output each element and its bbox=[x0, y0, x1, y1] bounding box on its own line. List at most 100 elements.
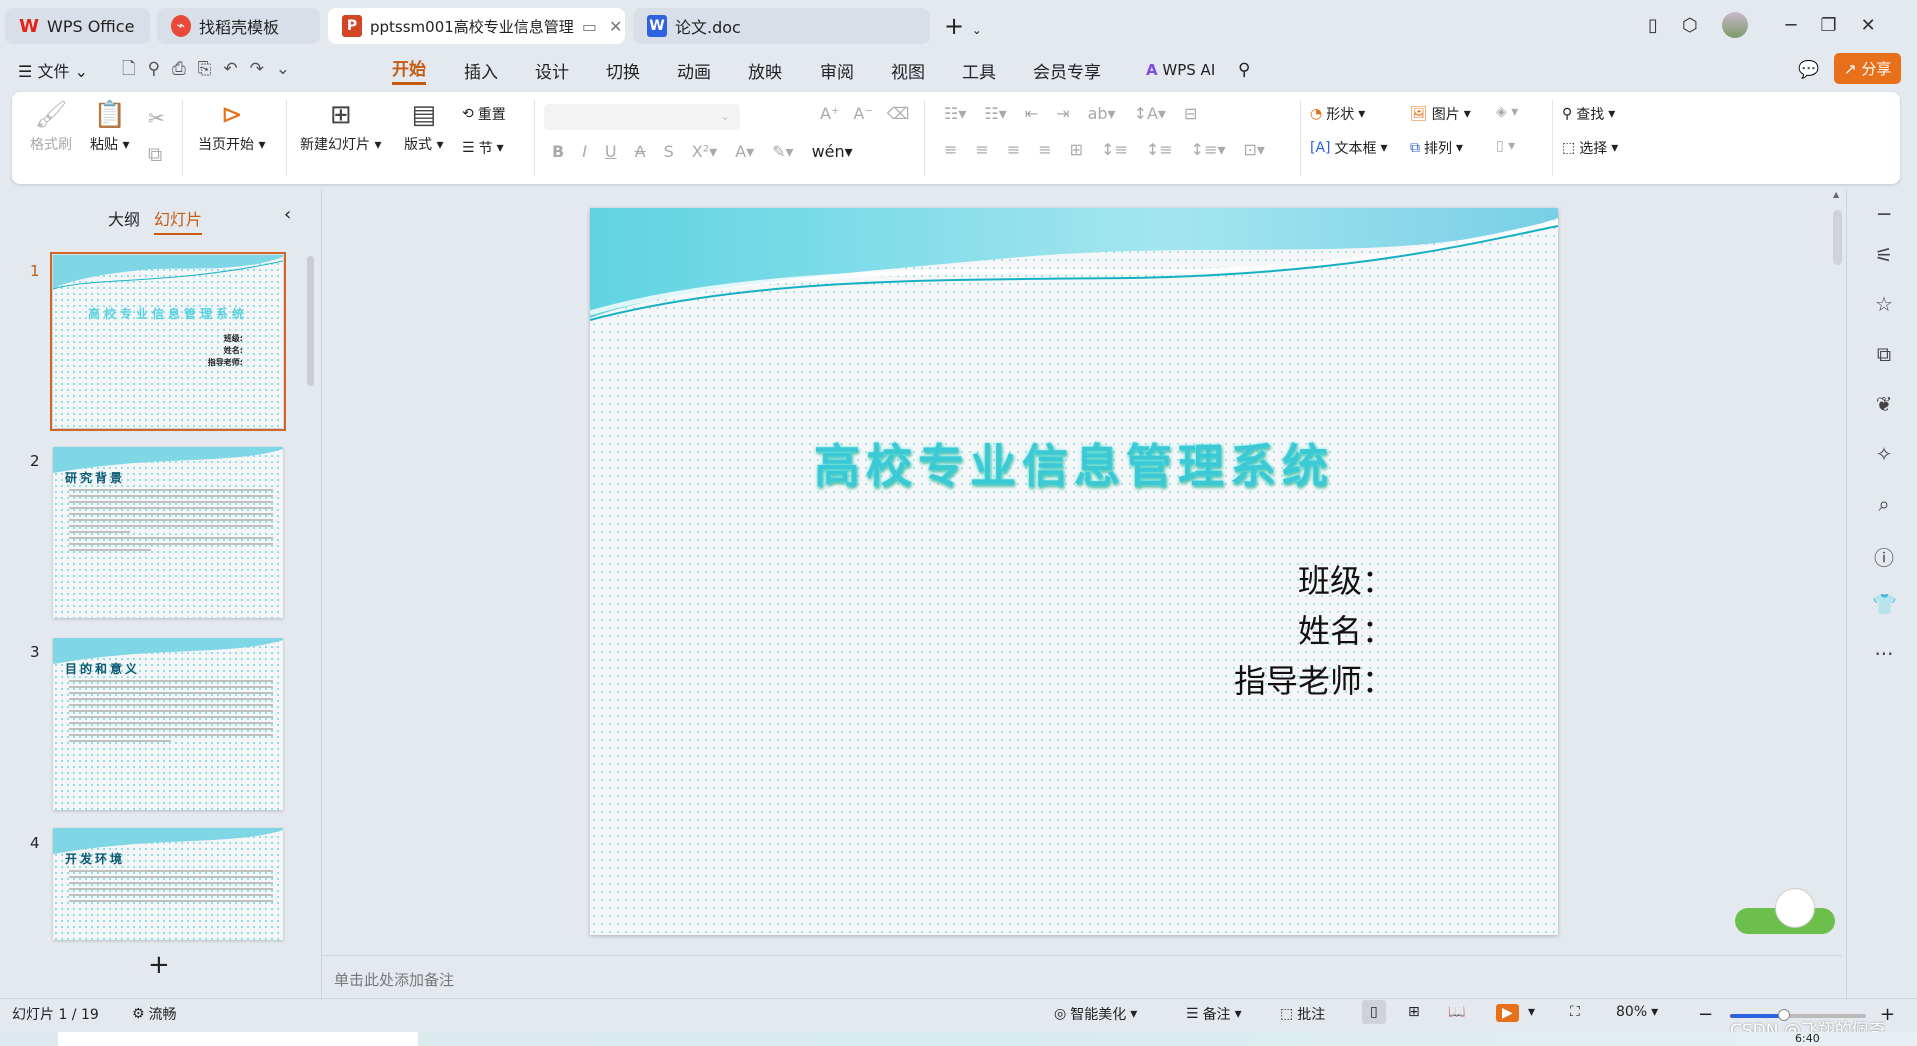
help-icon[interactable]: ⓘ bbox=[1872, 542, 1896, 571]
magic-wand-icon[interactable]: ✧ bbox=[1872, 442, 1896, 466]
picture-button[interactable]: 🖼 图片 ▾ bbox=[1410, 104, 1471, 124]
adjust-icon[interactable]: ⚟ bbox=[1872, 243, 1896, 267]
fit-window-button[interactable]: ⛶ bbox=[1570, 1004, 1580, 1020]
slide-thumbnail-2[interactable]: 研究背景 bbox=[53, 447, 283, 618]
cube-icon[interactable]: ⬡ bbox=[1682, 15, 1698, 36]
collapse-sidebar-icon[interactable]: ─ bbox=[1872, 202, 1896, 226]
collapse-panel-icon[interactable]: ‹ bbox=[284, 204, 291, 225]
slide-counter: 幻灯片 1 / 19 bbox=[12, 1007, 99, 1023]
paste-button[interactable]: 📋 粘贴 ▾ bbox=[90, 96, 129, 154]
start-current-slide-button[interactable]: ⊳ 当页开始 ▾ bbox=[198, 96, 265, 154]
new-tab-button[interactable]: + ⌄ bbox=[944, 12, 982, 40]
font-format-buttons[interactable]: B I U A S X²▾ A▾ ✎▾ wén▾ bbox=[552, 142, 853, 161]
smooth-button[interactable]: ⚙ 流畅 bbox=[132, 1004, 177, 1024]
file-menu[interactable]: ☰ 文件 ⌄ bbox=[18, 58, 88, 82]
shape-icon: ◔ bbox=[1310, 106, 1323, 122]
paragraph-buttons-row1[interactable]: ☷▾ ☷▾ ⇤ ⇥ ab▾ ↕A▾ ⊟ bbox=[944, 104, 1197, 123]
outline-button[interactable]: ▯ ▾ bbox=[1496, 138, 1515, 154]
slide-title[interactable]: 高校专业信息管理系统 bbox=[590, 430, 1558, 496]
zoom-out-button[interactable]: − bbox=[1698, 1004, 1713, 1025]
font-size-buttons[interactable]: A⁺ A⁻ ⌫ bbox=[820, 104, 909, 123]
layout-icon: ▤ bbox=[411, 100, 437, 130]
star-icon[interactable]: ☆ bbox=[1872, 292, 1896, 316]
close-tab-icon[interactable]: ✕ bbox=[609, 17, 622, 36]
slide-sorter-button[interactable]: ⊞ bbox=[1408, 1004, 1420, 1020]
advisor-field[interactable]: 指导老师： bbox=[1234, 656, 1394, 702]
name-field[interactable]: 姓名： bbox=[1298, 606, 1394, 652]
menu-tab-view[interactable]: 视图 bbox=[891, 58, 925, 83]
smart-beautify-button[interactable]: ◎ 智能美化 ▾ bbox=[1054, 1004, 1137, 1024]
notes-button[interactable]: ☰ 备注 ▾ bbox=[1186, 1004, 1242, 1024]
reset-icon: ⟲ bbox=[462, 106, 474, 122]
slide-number: 3 bbox=[30, 643, 40, 661]
reset-button[interactable]: ⟲ 重置 bbox=[462, 104, 506, 124]
add-slide-button[interactable]: + bbox=[148, 950, 170, 980]
wps-ai-icon: A bbox=[1146, 61, 1158, 79]
menu-bar: ☰ 文件 ⌄ 🗋⚲⎙⎘↶↷⌄ 开始 插入 设计 切换 动画 放映 审阅 视图 工… bbox=[0, 53, 1917, 85]
notes-area[interactable]: 单击此处添加备注 bbox=[322, 955, 1842, 1000]
class-field[interactable]: 班级： bbox=[1298, 556, 1394, 602]
menu-tab-review[interactable]: 审阅 bbox=[820, 58, 854, 83]
slide-thumbnail-3[interactable]: 目的和意义 bbox=[53, 638, 283, 810]
normal-view-button[interactable]: ▯ bbox=[1362, 1000, 1386, 1024]
menu-tab-slideshow[interactable]: 放映 bbox=[748, 58, 782, 83]
fill-button[interactable]: ◈ ▾ bbox=[1496, 104, 1518, 120]
comment-button[interactable]: ⬚ 批注 bbox=[1280, 1004, 1325, 1024]
copy-icon[interactable]: ⧉ bbox=[148, 142, 162, 166]
menu-tab-member[interactable]: 会员专享 bbox=[1033, 58, 1101, 83]
tablet-icon[interactable]: ▯ bbox=[1648, 15, 1658, 36]
paragraph-buttons-row2[interactable]: ≡ ≡ ≡ ≡ ⊞ ↕≡ ↕≡ ↕≡▾ ⊡▾ bbox=[944, 140, 1265, 159]
avatar[interactable] bbox=[1721, 12, 1748, 38]
reading-view-button[interactable]: 📖 bbox=[1448, 1004, 1465, 1020]
layout-button[interactable]: ▤ 版式 ▾ bbox=[404, 96, 443, 154]
notes-placeholder: 单击此处添加备注 bbox=[334, 971, 455, 989]
comment-icon: ⬚ bbox=[1280, 1006, 1294, 1022]
textbox-button[interactable]: [A] 文本框 ▾ bbox=[1310, 138, 1388, 158]
tab-slides[interactable]: 幻灯片 bbox=[154, 206, 203, 235]
chat-icon[interactable]: 💬 bbox=[1798, 60, 1819, 80]
section-icon: ☰ bbox=[462, 140, 475, 156]
menu-tab-design[interactable]: 设计 bbox=[535, 58, 569, 83]
select-button[interactable]: ⬚ 选择 ▾ bbox=[1562, 138, 1618, 158]
slide-thumbnail-4[interactable]: 开发环境 bbox=[53, 828, 283, 940]
format-painter-button[interactable]: 🖌 格式刷 bbox=[30, 96, 72, 154]
main-scrollbar[interactable]: ▲ bbox=[1832, 190, 1842, 990]
background-icon[interactable]: ❦ bbox=[1872, 392, 1896, 416]
slide-switch-icon[interactable]: ⧉ bbox=[1872, 342, 1896, 366]
menu-tab-tools[interactable]: 工具 bbox=[962, 58, 996, 83]
slide-canvas[interactable]: 高校专业信息管理系统 班级： 姓名： 指导老师： bbox=[590, 208, 1558, 935]
minimize-icon[interactable]: ─ bbox=[1786, 15, 1797, 36]
wps-ai-button[interactable]: A WPS AI bbox=[1146, 61, 1215, 79]
slide-thumbnail-1[interactable]: 高校专业信息管理系统 班级: 姓名: 指导老师: bbox=[50, 252, 286, 431]
tab-lunwen-doc[interactable]: W 论文.doc bbox=[633, 8, 930, 44]
section-button[interactable]: ☰ 节 ▾ bbox=[462, 138, 504, 158]
menu-tab-start[interactable]: 开始 bbox=[392, 55, 426, 85]
beautify-icon: ◎ bbox=[1054, 1006, 1067, 1022]
tab-outline[interactable]: 大纲 bbox=[108, 206, 140, 230]
restore-icon[interactable]: ❐ bbox=[1820, 15, 1836, 36]
book-search-icon[interactable]: ⌕ bbox=[1872, 492, 1896, 516]
shape-button[interactable]: ◔ 形状 ▾ bbox=[1310, 104, 1365, 124]
menu-tab-insert[interactable]: 插入 bbox=[464, 58, 498, 83]
thumb-body-text bbox=[69, 680, 273, 746]
tab-docer[interactable]: ⌁ 找稻壳模板 bbox=[157, 8, 320, 44]
share-button[interactable]: ↗ 分享 bbox=[1834, 53, 1902, 84]
cut-icon[interactable]: ✂ bbox=[148, 106, 165, 130]
close-window-icon[interactable]: ✕ bbox=[1861, 15, 1876, 36]
play-button[interactable]: ▶ bbox=[1496, 1004, 1519, 1022]
shirt-icon[interactable]: 👕 bbox=[1872, 592, 1897, 616]
tab-wps-office[interactable]: W WPS Office bbox=[5, 8, 150, 44]
thumbnail-scrollbar[interactable] bbox=[307, 256, 314, 386]
thumb-fields: 班级: 姓名: 指导老师: bbox=[207, 334, 243, 367]
find-button[interactable]: ⚲ 查找 ▾ bbox=[1562, 104, 1615, 124]
menu-tab-transition[interactable]: 切换 bbox=[606, 58, 640, 83]
arrange-button[interactable]: ⧉ 排列 ▾ bbox=[1410, 138, 1463, 158]
new-slide-button[interactable]: ⊞ 新建幻灯片 ▾ bbox=[300, 96, 381, 154]
font-name-select[interactable]: ⌄ bbox=[544, 104, 740, 130]
menu-tab-animation[interactable]: 动画 bbox=[677, 58, 711, 83]
tab-pptssm001[interactable]: P pptssm001高校专业信息管理 ▭ ✕ bbox=[328, 8, 625, 44]
search-icon[interactable]: ⚲ bbox=[1238, 60, 1250, 80]
zoom-level[interactable]: 80% ▾ bbox=[1616, 1004, 1658, 1020]
more-icon[interactable]: ··· bbox=[1872, 642, 1896, 666]
play-dropdown[interactable]: ▾ bbox=[1528, 1004, 1535, 1020]
